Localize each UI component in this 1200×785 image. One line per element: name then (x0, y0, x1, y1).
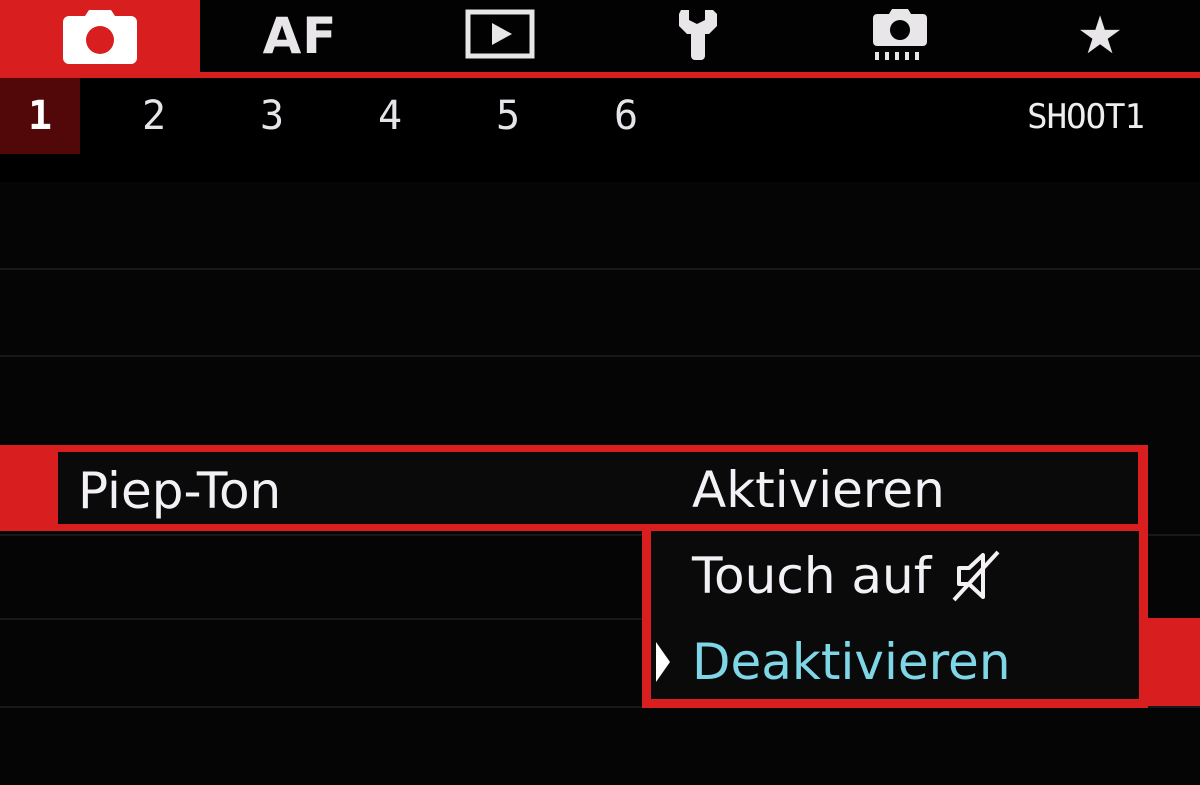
menu-page-code: SHOOT1 (1027, 97, 1145, 137)
speaker-mute-icon (951, 549, 1001, 603)
tab-custom-functions[interactable] (800, 0, 1000, 72)
selected-option-highlight-edge (1148, 618, 1200, 706)
setting-label-beep[interactable]: Piep-Ton (78, 456, 281, 526)
page-tab-3[interactable]: 3 (232, 78, 312, 154)
camera-icon (61, 8, 139, 70)
option-enable[interactable]: Aktivieren (692, 450, 945, 530)
row-divider (0, 268, 1200, 270)
selection-cursor-icon (654, 640, 672, 684)
option-label: Touch auf (692, 547, 932, 605)
page-tab-5[interactable]: 5 (468, 78, 548, 154)
option-touch-mute[interactable]: Touch auf (692, 536, 1001, 616)
page-tab-6[interactable]: 6 (586, 78, 666, 154)
option-label: Deaktivieren (692, 633, 1011, 691)
playback-icon (465, 9, 535, 63)
page-tab-1[interactable]: 1 (0, 78, 80, 154)
option-label: Aktivieren (692, 461, 945, 519)
star-icon: ★ (1076, 6, 1124, 66)
tab-my-menu[interactable]: ★ (1000, 0, 1200, 72)
tab-playback[interactable] (400, 0, 600, 72)
page-tabs: 1 2 3 4 5 6 SHOOT1 (0, 78, 1200, 156)
option-disable[interactable]: Deaktivieren (692, 622, 1011, 702)
custom-functions-camera-icon (869, 6, 931, 66)
menu-tab-bar: AF ★ (0, 0, 1200, 78)
tab-setup[interactable] (600, 0, 800, 72)
tab-af-label: AF (262, 7, 338, 65)
wrench-icon (677, 6, 723, 66)
page-tab-4[interactable]: 4 (350, 78, 430, 154)
tab-shooting[interactable] (0, 0, 200, 78)
page-tab-2[interactable]: 2 (114, 78, 194, 154)
tab-af[interactable]: AF (200, 0, 400, 72)
row-divider (0, 355, 1200, 357)
